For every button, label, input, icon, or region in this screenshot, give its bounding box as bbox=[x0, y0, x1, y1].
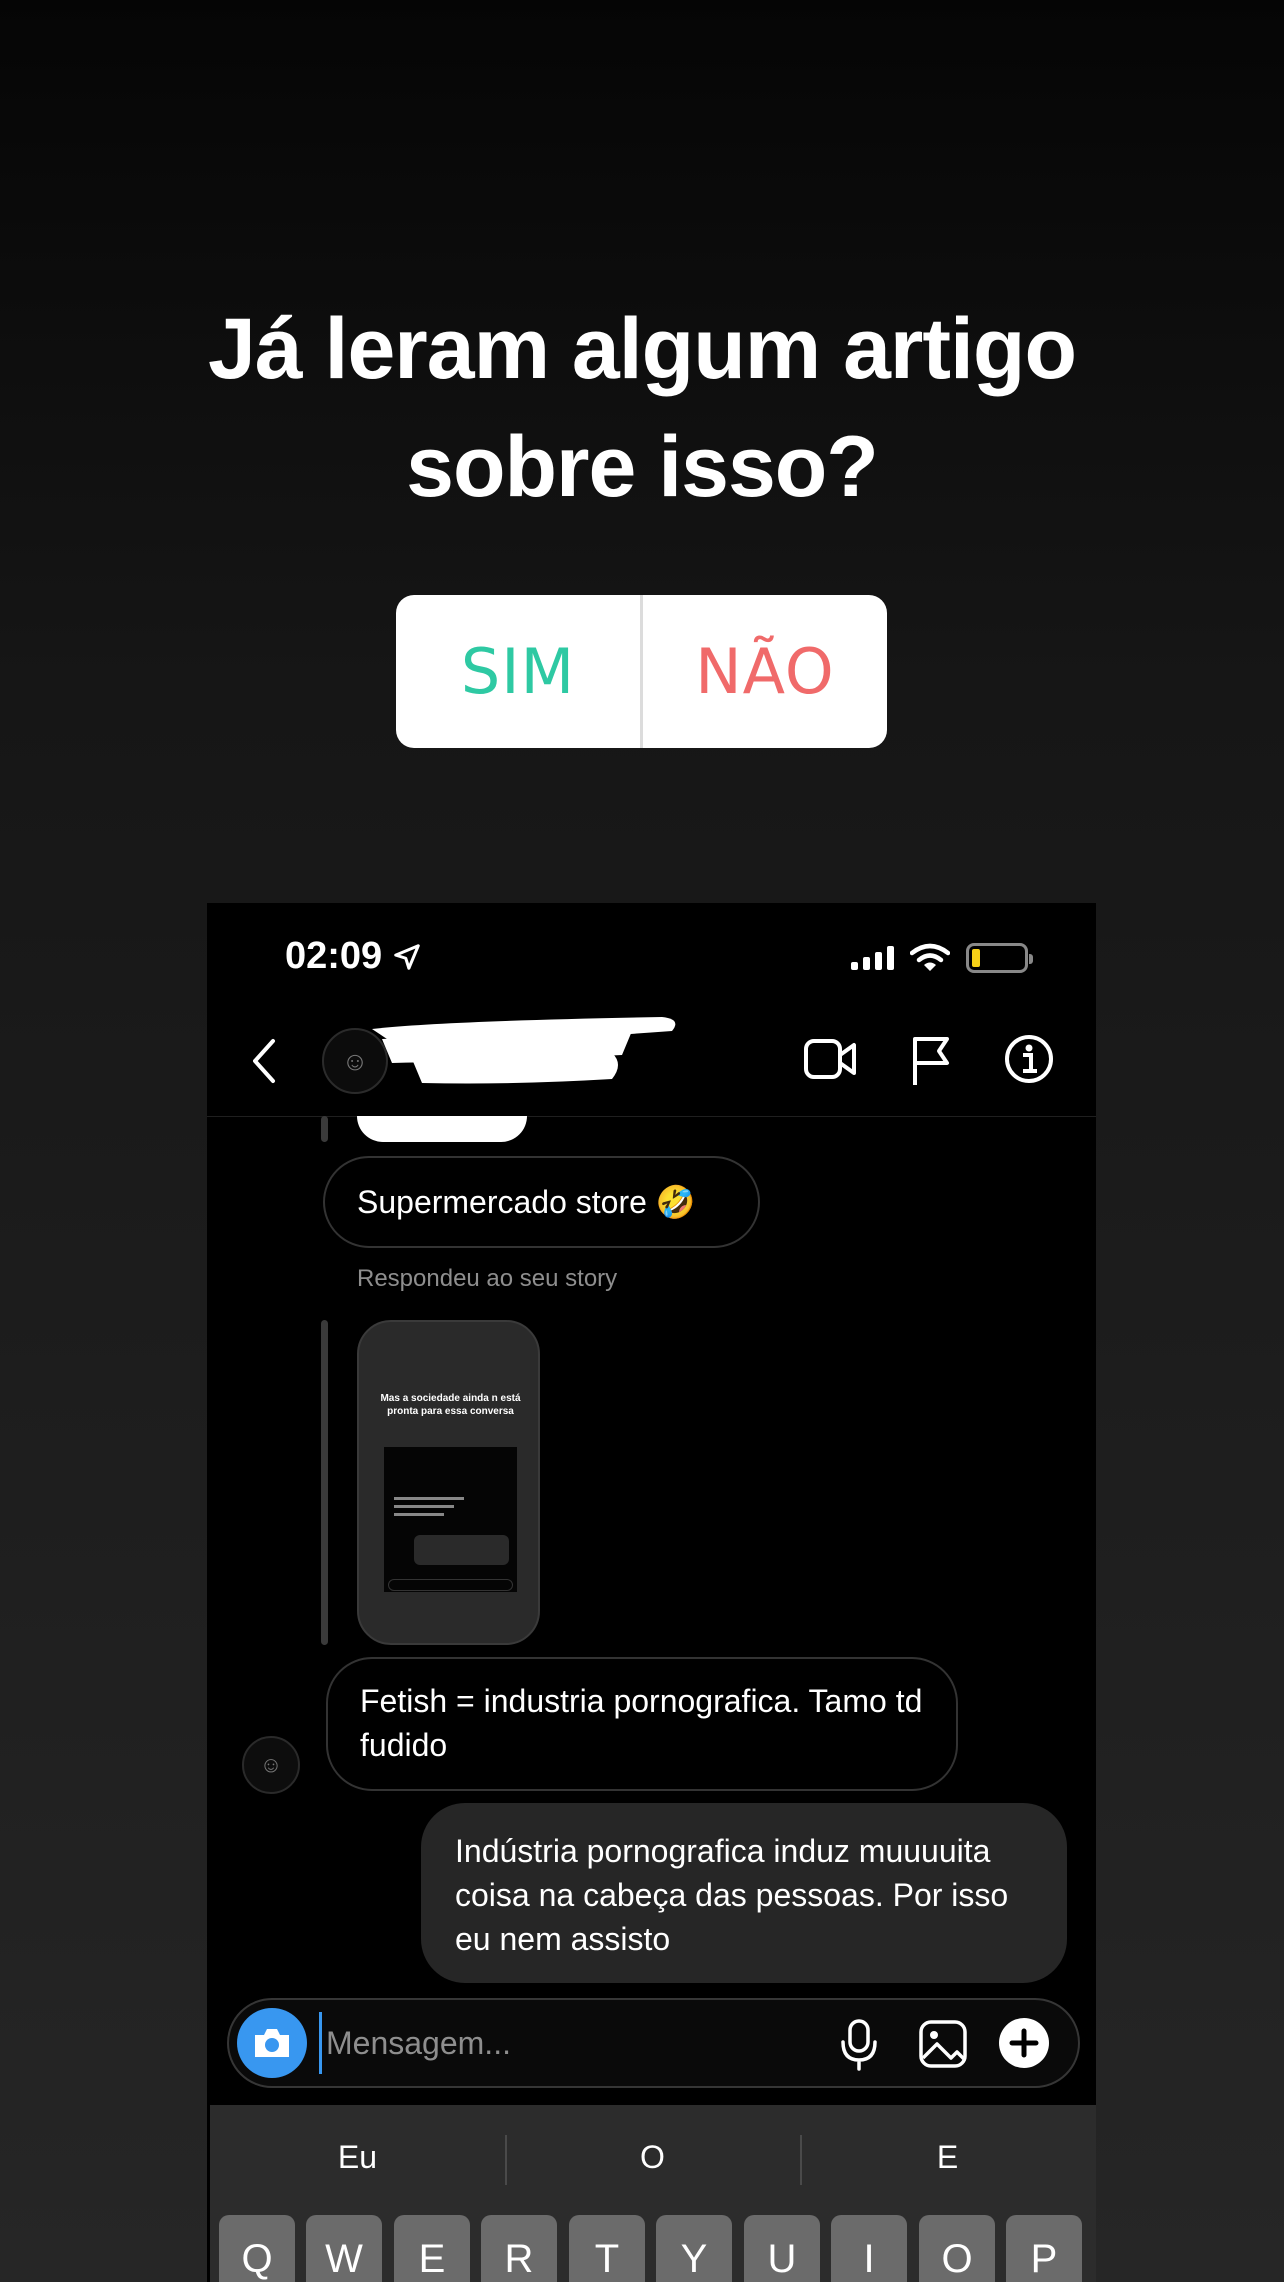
story-reply-line bbox=[321, 1320, 328, 1645]
status-bar-indicators bbox=[851, 943, 1033, 973]
message-text: Fetish = industria pornografica. Tamo td… bbox=[360, 1683, 923, 1763]
story-question: Já leram algum artigo sobre isso? bbox=[0, 290, 1284, 526]
add-plus-icon[interactable] bbox=[997, 2016, 1051, 2070]
poll-option-no[interactable]: NÃO bbox=[643, 595, 887, 748]
camera-button[interactable] bbox=[237, 2008, 307, 2078]
status-time-text: 02:09 bbox=[285, 935, 383, 977]
video-call-icon[interactable] bbox=[802, 1033, 858, 1085]
story-thumb-title: Mas a sociedade ainda n está pronta para… bbox=[380, 1393, 521, 1417]
poll-option-yes[interactable]: SIM bbox=[396, 595, 640, 748]
message-input[interactable] bbox=[319, 2012, 719, 2074]
camera-icon bbox=[255, 2029, 289, 2057]
story-thumb-screenshot bbox=[384, 1447, 517, 1592]
suggestion-2[interactable]: O bbox=[505, 2105, 800, 2209]
battery-level bbox=[972, 949, 980, 967]
key-e[interactable]: E bbox=[394, 2215, 470, 2282]
microphone-icon[interactable] bbox=[839, 2018, 879, 2072]
reply-indicator-line bbox=[321, 1116, 328, 1142]
key-p[interactable]: P bbox=[1006, 2215, 1082, 2282]
message-text: Supermercado store 🤣 bbox=[357, 1184, 696, 1220]
story-question-line1: Já leram algum artigo bbox=[208, 301, 1077, 397]
redacted-contact-name bbox=[372, 1017, 676, 1084]
message-bubble-received[interactable]: Fetish = industria pornografica. Tamo td… bbox=[326, 1657, 958, 1791]
message-bubble-received[interactable]: Supermercado store 🤣 bbox=[323, 1156, 760, 1248]
message-text: Indústria pornografica induz muuuuita co… bbox=[455, 1833, 1009, 1957]
message-composer bbox=[227, 1998, 1080, 2088]
story-reply-label: Respondeu ao seu story bbox=[357, 1265, 618, 1292]
key-u[interactable]: U bbox=[744, 2215, 820, 2282]
cellular-signal-icon bbox=[851, 946, 894, 970]
key-r[interactable]: R bbox=[481, 2215, 557, 2282]
key-q[interactable]: Q bbox=[219, 2215, 295, 2282]
previous-message-bubble bbox=[357, 1116, 527, 1142]
battery-icon bbox=[966, 943, 1033, 973]
sender-avatar[interactable]: ☺ bbox=[242, 1736, 300, 1794]
back-chevron-icon[interactable] bbox=[247, 1037, 281, 1085]
location-arrow-icon bbox=[394, 943, 420, 970]
key-w[interactable]: W bbox=[306, 2215, 382, 2282]
poll-sticker: SIM NÃO bbox=[396, 595, 887, 748]
message-bubble-sent[interactable]: Indústria pornografica induz muuuuita co… bbox=[421, 1803, 1067, 1983]
gallery-icon[interactable] bbox=[917, 2018, 969, 2070]
suggestion-1[interactable]: Eu bbox=[210, 2105, 505, 2209]
key-i[interactable]: I bbox=[831, 2215, 907, 2282]
story-question-line2: sobre isso? bbox=[406, 419, 879, 515]
wifi-icon bbox=[910, 943, 950, 971]
key-o[interactable]: O bbox=[919, 2215, 995, 2282]
dm-screenshot: 02:09 ☺ Supermercado store 🤣 Respondeu a… bbox=[207, 903, 1096, 2282]
chat-header: ☺ bbox=[207, 1003, 1096, 1117]
report-flag-icon[interactable] bbox=[907, 1033, 955, 1089]
key-t[interactable]: T bbox=[569, 2215, 645, 2282]
status-bar-time: 02:09 bbox=[285, 935, 422, 978]
suggestion-3[interactable]: E bbox=[800, 2105, 1095, 2209]
story-reply-thumbnail[interactable]: Mas a sociedade ainda n está pronta para… bbox=[357, 1320, 540, 1645]
info-icon[interactable] bbox=[1003, 1033, 1055, 1085]
key-y[interactable]: Y bbox=[656, 2215, 732, 2282]
keyboard: Eu O E Q W E R T Y U I O P bbox=[210, 2105, 1096, 2282]
